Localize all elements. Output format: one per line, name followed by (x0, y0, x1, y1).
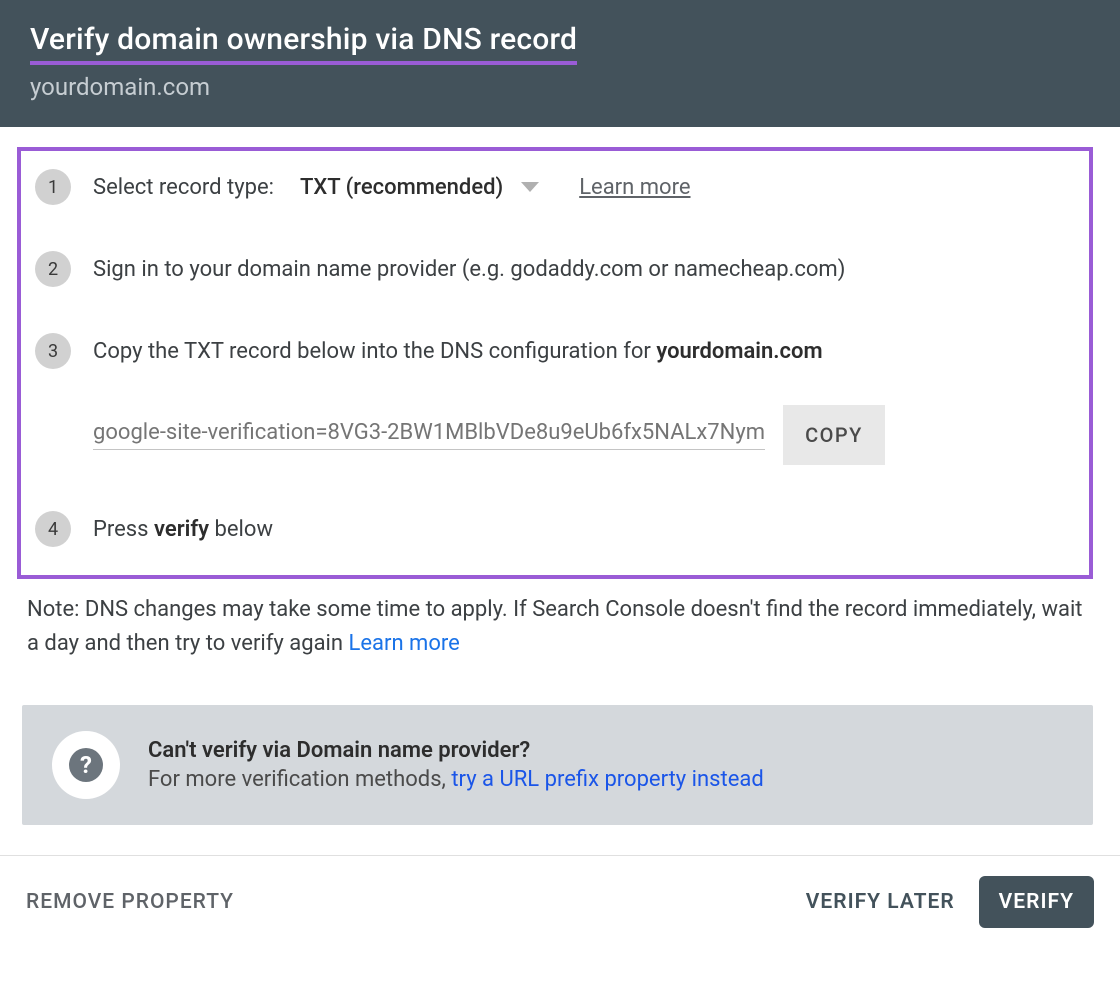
verify-later-button[interactable]: VERIFY LATER (806, 890, 955, 914)
step-number-badge: 1 (35, 169, 71, 205)
txt-record-row: google-site-verification=8VG3-2BW1MBlbVD… (93, 405, 1075, 465)
alternative-method-box: ? Can't verify via Domain name provider?… (22, 705, 1093, 825)
step-3-domain: yourdomain.com (656, 339, 822, 364)
dialog-header: Verify domain ownership via DNS record y… (0, 0, 1120, 127)
step-4-suffix: below (209, 517, 273, 542)
learn-more-link[interactable]: Learn more (579, 175, 690, 200)
url-prefix-link[interactable]: try a URL prefix property instead (451, 767, 763, 792)
step-3: 3 Copy the TXT record below into the DNS… (35, 333, 1075, 369)
title-underline: Verify domain ownership via DNS record (30, 22, 577, 65)
alt-prefix: For more verification methods, (148, 767, 451, 792)
step-1: 1 Select record type: TXT (recommended) … (35, 169, 1075, 205)
step-4-bold: verify (154, 517, 209, 542)
step-3-prefix: Copy the TXT record below into the DNS c… (93, 339, 656, 364)
note-learn-more-link[interactable]: Learn more (349, 631, 460, 656)
txt-record-value[interactable]: google-site-verification=8VG3-2BW1MBlbVD… (93, 420, 765, 450)
alt-subtitle: For more verification methods, try a URL… (148, 767, 764, 792)
dns-note: Note: DNS changes may take some time to … (27, 593, 1083, 661)
help-icon-circle: ? (52, 731, 120, 799)
domain-subtitle: yourdomain.com (30, 73, 1090, 101)
remove-property-button[interactable]: REMOVE PROPERTY (26, 890, 234, 914)
step-2: 2 Sign in to your domain name provider (… (35, 251, 1075, 287)
step-3-text: Copy the TXT record below into the DNS c… (93, 339, 823, 364)
alt-text-block: Can't verify via Domain name provider? F… (148, 738, 764, 792)
copy-button[interactable]: COPY (783, 405, 885, 465)
verify-button[interactable]: VERIFY (979, 876, 1094, 928)
step-1-label: Select record type: (93, 175, 274, 200)
step-4: 4 Press verify below (35, 511, 1075, 547)
step-4-prefix: Press (93, 517, 154, 542)
question-mark-icon: ? (69, 748, 103, 782)
step-number-badge: 4 (35, 511, 71, 547)
dialog-body: 1 Select record type: TXT (recommended) … (0, 127, 1120, 825)
chevron-down-icon (521, 182, 539, 192)
note-text: Note: DNS changes may take some time to … (27, 597, 1083, 656)
record-type-select[interactable]: TXT (recommended) (300, 175, 539, 200)
step-number-badge: 2 (35, 251, 71, 287)
dialog-footer: REMOVE PROPERTY VERIFY LATER VERIFY (0, 855, 1120, 948)
step-4-text: Press verify below (93, 517, 273, 542)
step-2-text: Sign in to your domain name provider (e.… (93, 257, 845, 282)
page-title: Verify domain ownership via DNS record (30, 22, 577, 57)
steps-container: 1 Select record type: TXT (recommended) … (17, 147, 1093, 579)
alt-title: Can't verify via Domain name provider? (148, 738, 764, 763)
record-type-value: TXT (recommended) (300, 175, 503, 200)
step-number-badge: 3 (35, 333, 71, 369)
